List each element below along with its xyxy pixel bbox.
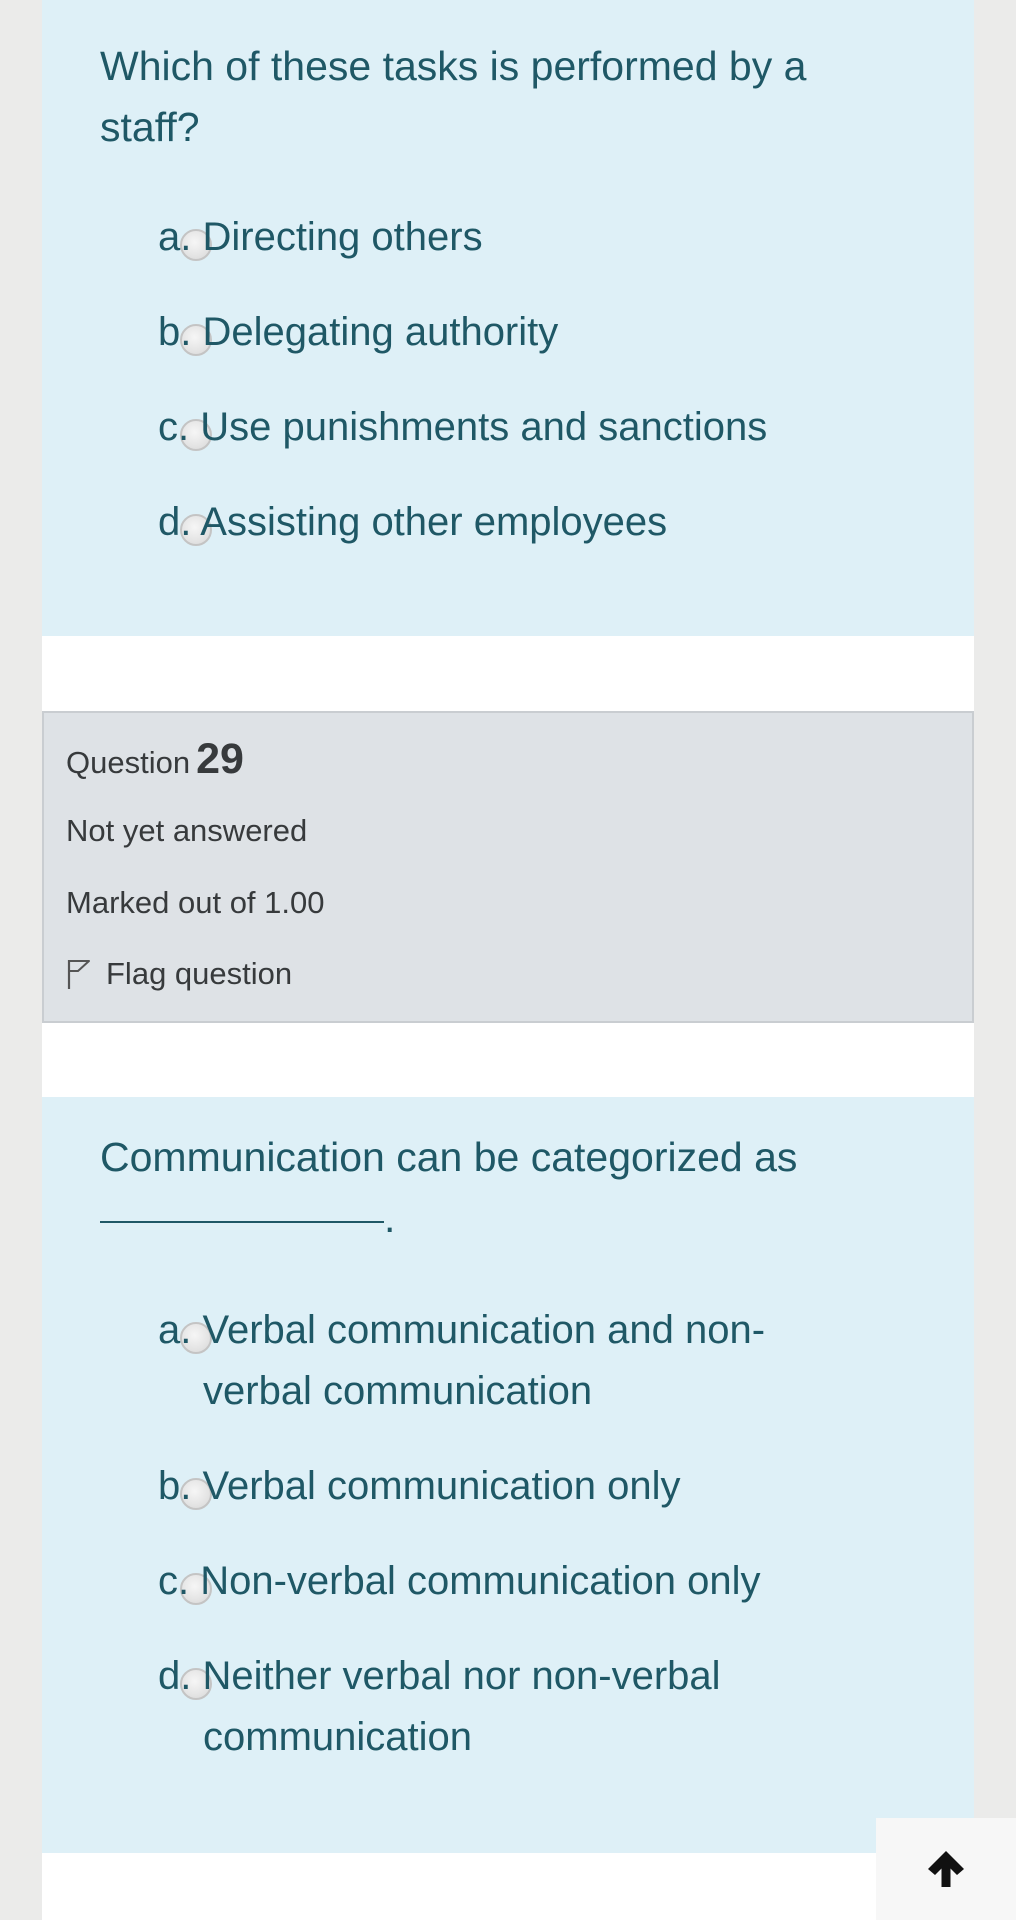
arrow-up-icon	[928, 1851, 964, 1887]
answer-option[interactable]: d. Assisting other employees	[100, 492, 934, 587]
question-number: Question 29	[66, 735, 244, 784]
question-28-content: Which of these tasks is performed by a s…	[42, 0, 974, 636]
question-29-answers: a. Verbal communication and non- verbal …	[100, 1300, 934, 1802]
question-29-content: Communication can be categorized as . a.…	[42, 1097, 974, 1853]
question-state: Not yet answered	[66, 813, 308, 848]
answer-option[interactable]: c. Use punishments and sanctions	[100, 397, 934, 492]
answer-label: c. Non-verbal communication only	[158, 1559, 761, 1603]
answer-option[interactable]: c. Non-verbal communication only	[100, 1551, 934, 1646]
answer-label-line: communication	[203, 1715, 473, 1759]
answer-label: a. Verbal communication and non- verbal …	[158, 1300, 870, 1422]
answer-option[interactable]: b. Delegating authority	[100, 302, 934, 397]
answer-option[interactable]: a. Directing others	[100, 207, 934, 302]
fill-in-blank-line	[100, 1220, 384, 1223]
question-28-answers: a. Directing others b. Delegating author…	[100, 207, 934, 587]
question-29-info: Question 29 Not yet answered Marked out o…	[42, 711, 974, 1023]
answer-label-line: verbal communication	[203, 1369, 593, 1413]
flag-question-link[interactable]: Flag question	[66, 956, 292, 992]
flag-question-label: Flag question	[106, 956, 293, 991]
scroll-to-top-button[interactable]	[876, 1818, 1016, 1920]
question-29-blank: .	[100, 1188, 934, 1249]
question-label: Question	[66, 745, 191, 780]
question-29-text: Communication can be categorized as	[100, 1134, 798, 1180]
answer-label: a. Directing others	[158, 215, 483, 259]
quiz-page: Which of these tasks is performed by a s…	[42, 0, 974, 1920]
question-grade: Marked out of 1.00	[66, 885, 325, 920]
flag-outline-icon	[67, 960, 90, 989]
answer-label: c. Use punishments and sanctions	[158, 405, 768, 449]
answer-option[interactable]: d. Neither verbal nor non-verbal communi…	[100, 1646, 934, 1802]
answer-label: b. Delegating authority	[158, 310, 559, 354]
question-28-text: Which of these tasks is performed by a s…	[100, 43, 807, 150]
answer-label: b. Verbal communication only	[158, 1464, 681, 1508]
answer-label: d. Neither verbal nor non-verbal communi…	[158, 1646, 870, 1768]
answer-label-line: a. Verbal communication and non-	[158, 1308, 766, 1352]
question-29-period: .	[384, 1195, 396, 1241]
answer-option[interactable]: a. Verbal communication and non- verbal …	[100, 1300, 934, 1456]
answer-option[interactable]: b. Verbal communication only	[100, 1456, 934, 1551]
question-number-value: 29	[196, 735, 244, 783]
answer-label-line: d. Neither verbal nor non-verbal	[158, 1654, 721, 1698]
answer-label: d. Assisting other employees	[158, 500, 668, 544]
